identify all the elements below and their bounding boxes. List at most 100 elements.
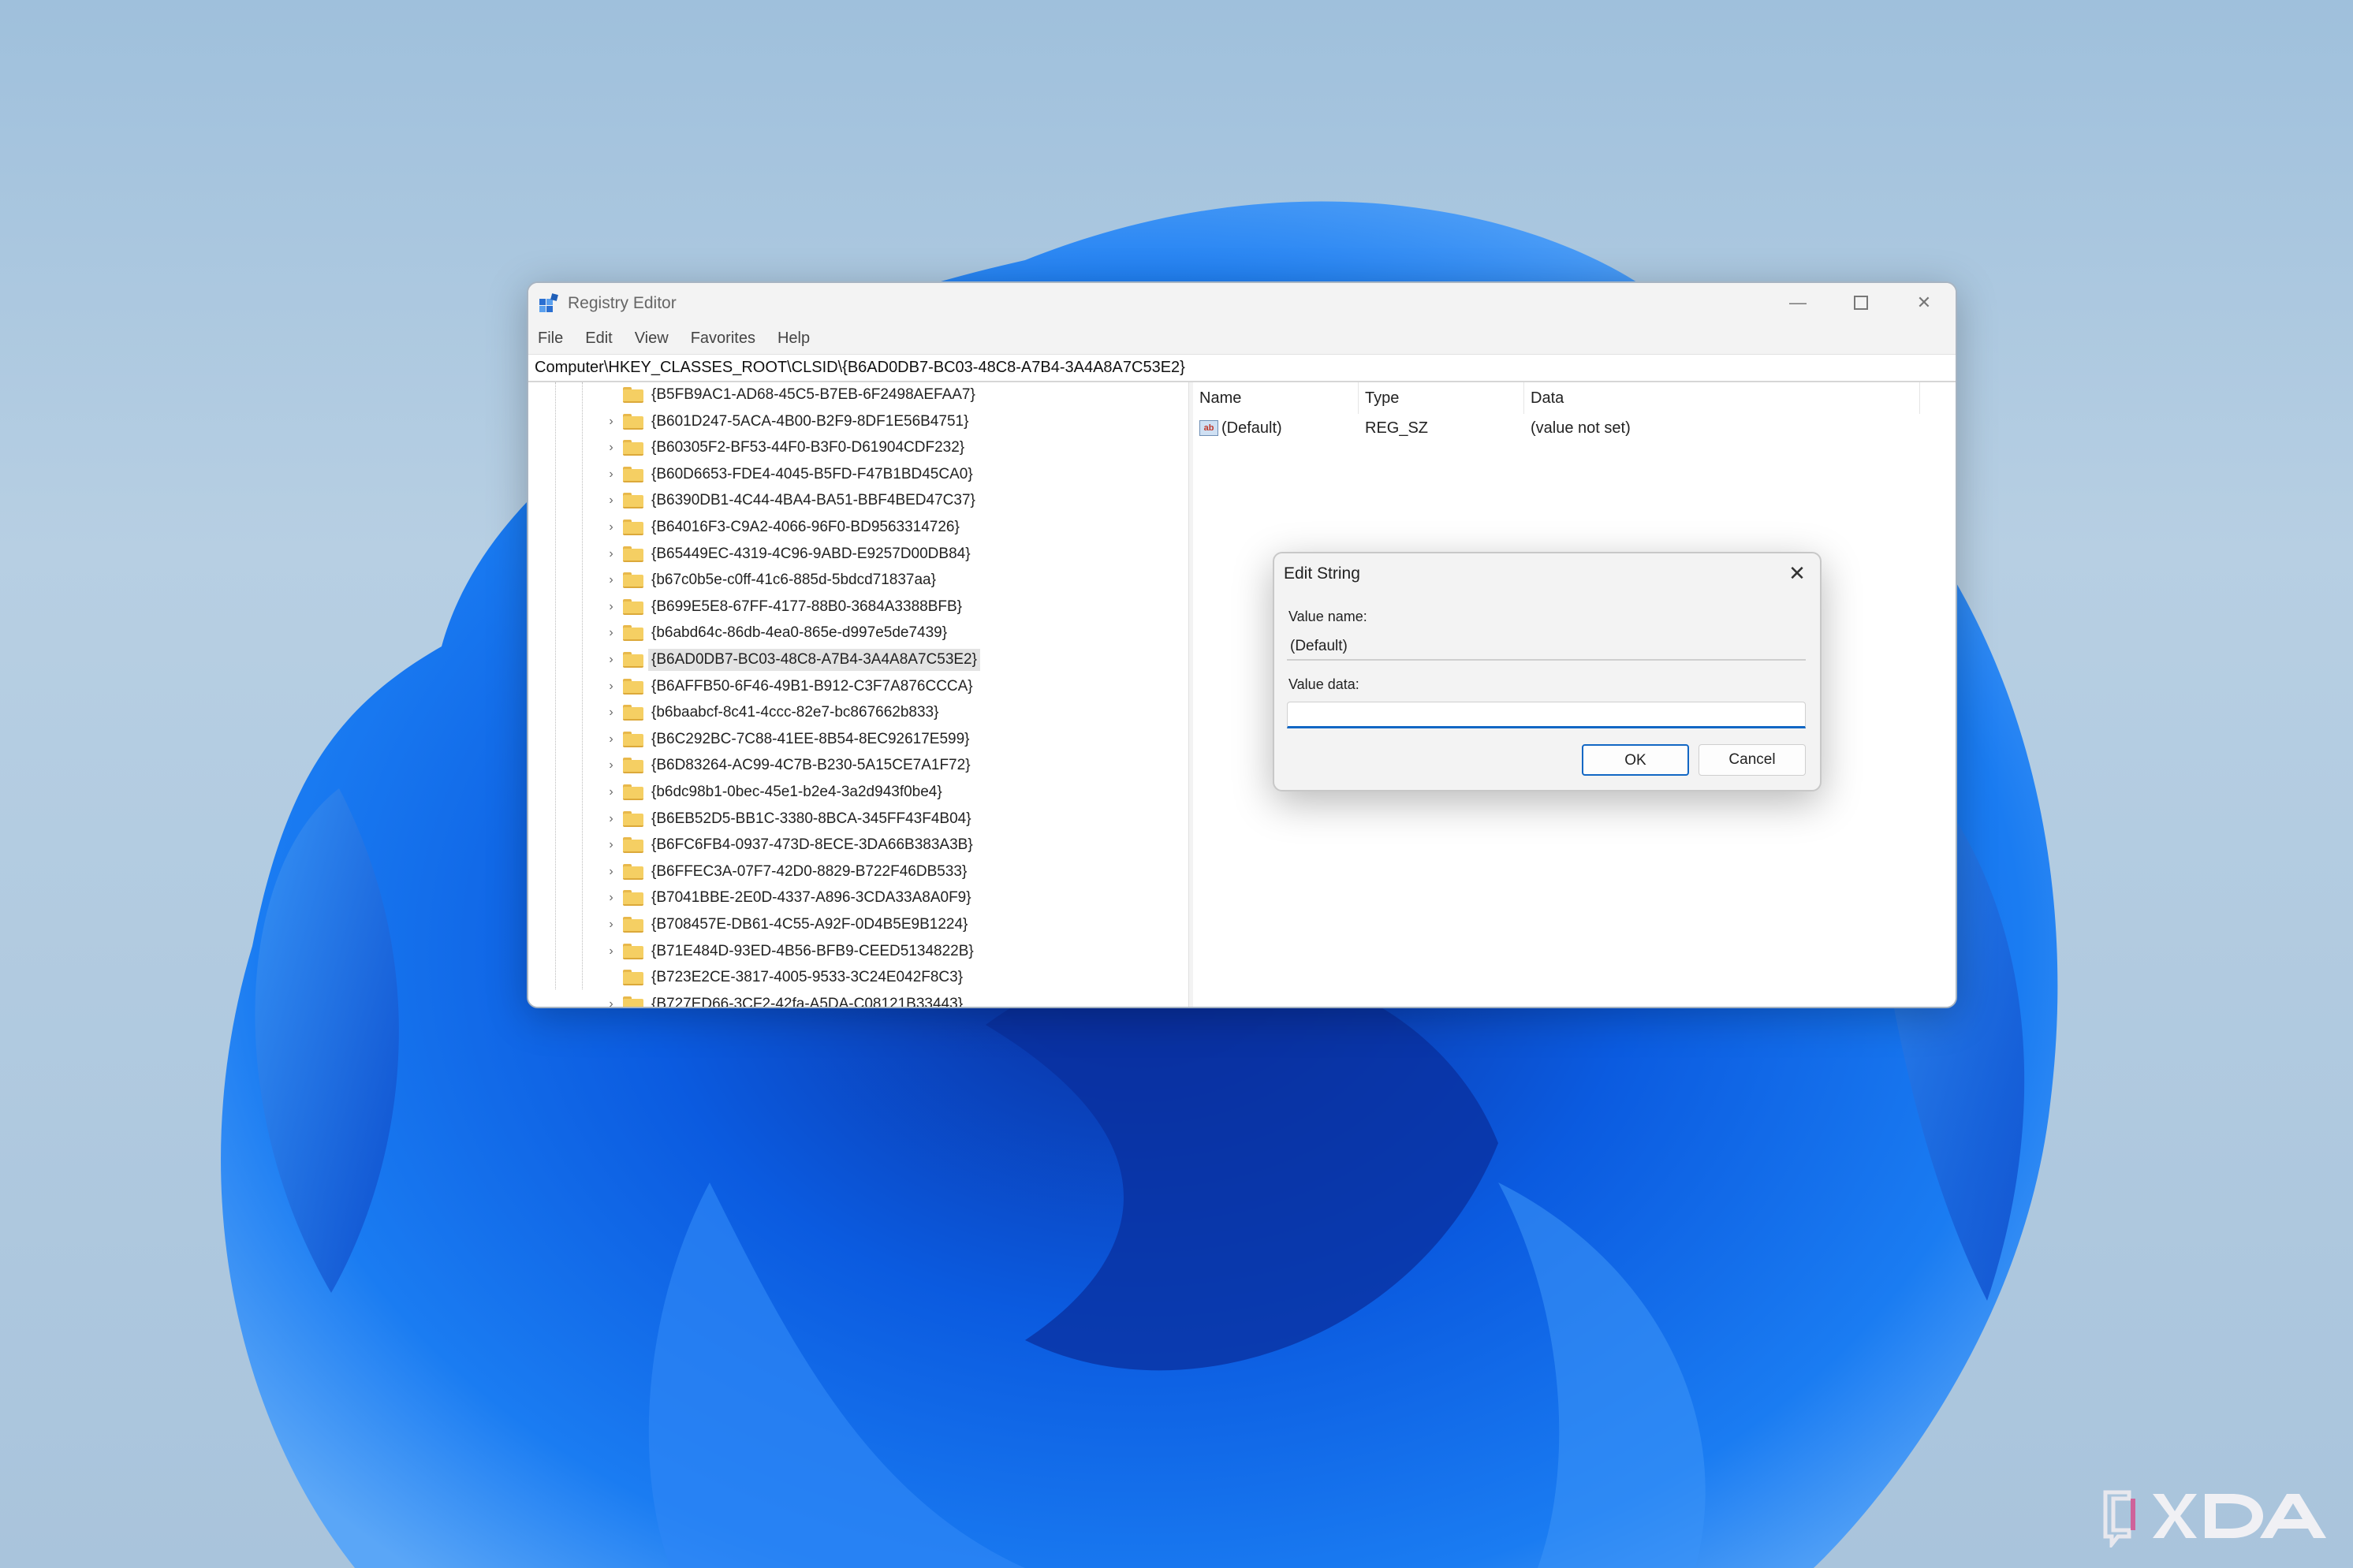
chevron-right-icon[interactable]: › xyxy=(604,600,618,614)
maximize-button[interactable] xyxy=(1829,283,1892,322)
minimize-button[interactable]: — xyxy=(1766,283,1829,322)
title-bar[interactable]: Registry Editor — ✕ xyxy=(528,283,1956,322)
folder-icon xyxy=(623,652,643,668)
chevron-right-icon[interactable]: › xyxy=(604,812,618,826)
chevron-right-icon[interactable]: › xyxy=(604,467,618,482)
value-name: (Default) xyxy=(1221,419,1282,437)
tree-item[interactable]: › {B6FC6FB4-0937-473D-8ECE-3DA66B383A3B} xyxy=(604,832,976,858)
minimize-icon: — xyxy=(1789,292,1807,312)
tree-item-label: {b6baabcf-8c41-4ccc-82e7-bc867662b833} xyxy=(651,704,939,721)
tree-guide-line xyxy=(582,382,583,989)
menu-edit[interactable]: Edit xyxy=(585,330,612,348)
chevron-right-icon[interactable]: › xyxy=(604,918,618,932)
tree-item[interactable]: › {B601D247-5ACA-4B00-B2F9-8DF1E56B4751} xyxy=(604,409,971,434)
column-header-name[interactable]: Name xyxy=(1193,382,1359,414)
tree-item[interactable]: › {B6390DB1-4C44-4BA4-BA51-BBF4BED47C37} xyxy=(604,488,979,513)
tree-item[interactable]: {B5FB9AC1-AD68-45C5-B7EB-6F2498AEFAA7} xyxy=(604,382,979,408)
chevron-right-icon[interactable]: › xyxy=(604,865,618,879)
window-close-button[interactable]: ✕ xyxy=(1892,283,1956,322)
column-header-data[interactable]: Data xyxy=(1524,382,1920,414)
value-data-input[interactable] xyxy=(1287,702,1806,728)
chevron-right-icon[interactable]: › xyxy=(604,653,618,667)
tree-item[interactable]: › {B64016F3-C9A2-4066-96F0-BD9563314726} xyxy=(604,515,963,540)
dialog-close-button[interactable]: ✕ xyxy=(1785,561,1809,585)
chevron-right-icon[interactable]: › xyxy=(604,732,618,747)
tree-item[interactable]: › {B60305F2-BF53-44F0-B3F0-D61904CDF232} xyxy=(604,435,968,460)
tree-item-label: {B60305F2-BF53-44F0-B3F0-D61904CDF232} xyxy=(651,439,965,456)
tree-item[interactable]: › {B65449EC-4319-4C96-9ABD-E9257D00DB84} xyxy=(604,542,974,567)
menu-file[interactable]: File xyxy=(538,330,563,348)
tree-item[interactable]: › {B699E5E8-67FF-4177-88B0-3684A3388BFB} xyxy=(604,594,965,620)
tree-item-label: {B708457E-DB61-4C55-A92F-0D4B5E9B1224} xyxy=(651,916,968,933)
folder-icon xyxy=(623,943,643,959)
tree-item-label: {B601D247-5ACA-4B00-B2F9-8DF1E56B4751} xyxy=(651,412,969,430)
tree-item[interactable]: › {b6dc98b1-0bec-45e1-b2e4-3a2d943f0be4} xyxy=(604,780,945,805)
tree-item[interactable]: › {B60D6653-FDE4-4045-B5FD-F47B1BD45CA0} xyxy=(604,462,976,487)
chevron-right-icon[interactable]: › xyxy=(604,891,618,905)
address-bar[interactable]: Computer\HKEY_CLASSES_ROOT\CLSID\{B6AD0D… xyxy=(528,354,1956,382)
tree-item[interactable]: › {B727ED66-3CF2-42fa-A5DA-C08121B33443} xyxy=(604,992,966,1007)
value-data: (value not set) xyxy=(1531,419,1631,437)
chevron-right-icon[interactable]: › xyxy=(604,838,618,852)
folder-icon xyxy=(623,598,643,615)
tree-item[interactable]: › {B708457E-DB61-4C55-A92F-0D4B5E9B1224} xyxy=(604,912,971,937)
tree-item-label: {B6C292BC-7C88-41EE-8B54-8EC92617E599} xyxy=(651,730,970,747)
folder-icon xyxy=(623,784,643,800)
tree-item-label: {B60D6653-FDE4-4045-B5FD-F47B1BD45CA0} xyxy=(651,465,973,482)
tree-item[interactable]: › {B7041BBE-2E0D-4337-A896-3CDA33A8A0F9} xyxy=(604,885,975,911)
chevron-right-icon[interactable]: › xyxy=(604,493,618,508)
chevron-right-icon[interactable]: › xyxy=(604,415,618,429)
menu-view[interactable]: View xyxy=(635,330,669,348)
column-header-type[interactable]: Type xyxy=(1359,382,1524,414)
xda-logo-icon xyxy=(2103,1490,2326,1548)
chevron-right-icon[interactable]: › xyxy=(604,680,618,694)
maximize-icon xyxy=(1854,296,1868,310)
tree-item[interactable]: › {B6EB52D5-BB1C-3380-8BCA-345FF43F4B04} xyxy=(604,806,975,832)
tree-item-label: {b67c0b5e-c0ff-41c6-885d-5bdcd71837aa} xyxy=(651,572,936,589)
tree-item-label: {B7041BBE-2E0D-4337-A896-3CDA33A8A0F9} xyxy=(651,889,971,907)
chevron-right-icon[interactable]: › xyxy=(604,758,618,773)
tree-item[interactable]: › {b6abd64c-86db-4ea0-865e-d997e5de7439} xyxy=(604,620,950,646)
folder-icon xyxy=(623,890,643,907)
folder-icon xyxy=(623,731,643,747)
chevron-right-icon[interactable]: › xyxy=(604,520,618,534)
folder-icon xyxy=(623,996,643,1007)
chevron-right-icon[interactable]: › xyxy=(604,997,618,1007)
folder-icon xyxy=(623,758,643,774)
folder-icon xyxy=(623,387,643,403)
tree-item[interactable]: › {B6AFFB50-6F46-49B1-B912-C3F7A876CCCA} xyxy=(604,674,976,699)
tree-item[interactable]: › {B6FFEC3A-07F7-42D0-8829-B722F46DB533} xyxy=(604,859,970,885)
chevron-right-icon[interactable]: › xyxy=(604,785,618,799)
chevron-right-icon[interactable]: › xyxy=(604,626,618,640)
ok-button[interactable]: OK xyxy=(1582,744,1689,776)
folder-icon xyxy=(623,440,643,456)
value-row[interactable]: ab (Default) REG_SZ (value not set) xyxy=(1193,415,1956,441)
menu-help[interactable]: Help xyxy=(777,330,810,348)
chevron-right-icon[interactable]: › xyxy=(604,441,618,455)
tree-item[interactable]: › {B71E484D-93ED-4B56-BFB9-CEED5134822B} xyxy=(604,939,977,964)
tree-item-label: {B71E484D-93ED-4B56-BFB9-CEED5134822B} xyxy=(651,942,974,959)
tree-item[interactable]: › {b67c0b5e-c0ff-41c6-885d-5bdcd71837aa} xyxy=(604,568,939,593)
tree-item-label: {B65449EC-4319-4C96-9ABD-E9257D00DB84} xyxy=(651,545,971,562)
tree-item-label: {B6AFFB50-6F46-49B1-B912-C3F7A876CCCA} xyxy=(651,677,973,695)
folder-icon xyxy=(623,466,643,482)
close-icon: ✕ xyxy=(1916,292,1932,312)
tree-item-label: {B727ED66-3CF2-42fa-A5DA-C08121B33443} xyxy=(651,995,964,1007)
chevron-right-icon[interactable]: › xyxy=(604,944,618,959)
value-name-field: (Default) xyxy=(1287,634,1806,661)
value-name-label: Value name: xyxy=(1288,609,1367,624)
chevron-right-icon[interactable]: › xyxy=(604,706,618,720)
folder-icon xyxy=(623,810,643,827)
tree-item-label: {B6D83264-AC99-4C7B-B230-5A15CE7A1F72} xyxy=(651,757,971,774)
chevron-right-icon[interactable]: › xyxy=(604,573,618,587)
tree-item[interactable]: › {b6baabcf-8c41-4ccc-82e7-bc867662b833} xyxy=(604,700,942,725)
tree-item[interactable]: › {B6AD0DB7-BC03-48C8-A7B4-3A4A8A7C53E2} xyxy=(604,647,980,672)
tree-item[interactable]: › {B6C292BC-7C88-41EE-8B54-8EC92617E599} xyxy=(604,727,973,752)
cancel-button[interactable]: Cancel xyxy=(1699,744,1806,776)
tree-item[interactable]: › {B6D83264-AC99-4C7B-B230-5A15CE7A1F72} xyxy=(604,753,974,778)
folder-icon xyxy=(623,572,643,589)
chevron-right-icon[interactable]: › xyxy=(604,547,618,561)
menu-favorites[interactable]: Favorites xyxy=(691,330,755,348)
tree-item[interactable]: {B723E2CE-3817-4005-9533-3C24E042F8C3} xyxy=(604,965,966,990)
tree-item-label: {B6FFEC3A-07F7-42D0-8829-B722F46DB533} xyxy=(651,862,968,880)
